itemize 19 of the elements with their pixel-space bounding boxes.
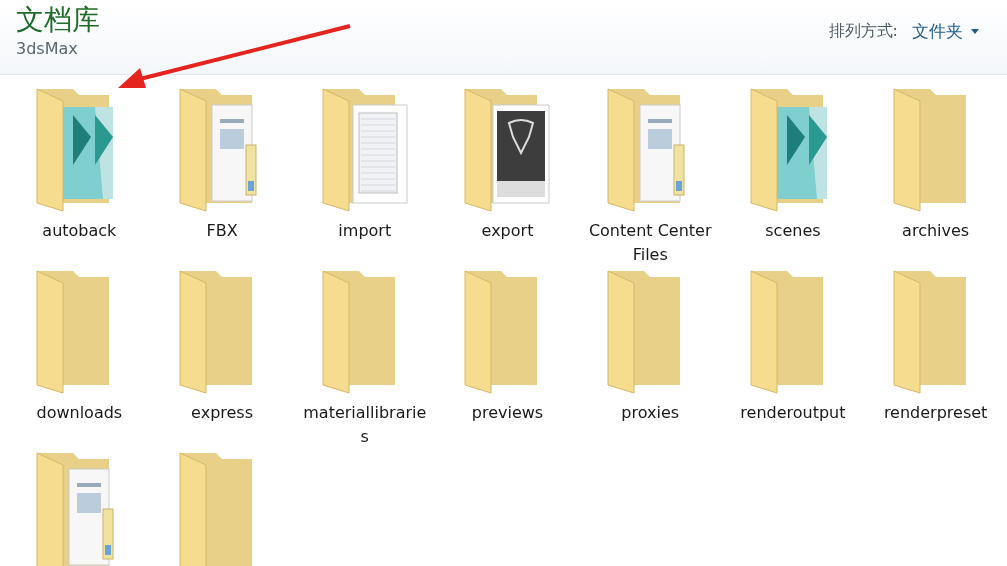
folder-name[interactable]: export [481,219,534,243]
arrange-by-label: 排列方式: [828,21,898,42]
library-title: 文档库 [16,2,100,38]
folder-name[interactable]: scenes [765,219,821,243]
folder-name[interactable]: archives [902,219,970,243]
folder-name[interactable]: downloads [36,401,123,425]
folder-name[interactable]: renderpreset [883,401,988,425]
folder-name[interactable]: renderoutput [740,401,846,425]
folder-name[interactable]: proxies [621,401,680,425]
arrange-by-dropdown[interactable]: 文件夹 [912,20,979,43]
folder-name[interactable]: Content Center Files [585,219,716,267]
folder-name[interactable]: materiallibraries [299,401,430,449]
folder-name[interactable]: FBX [206,219,238,243]
folder-name[interactable]: autoback [42,219,117,243]
caret-icon [971,29,979,34]
folder-name[interactable]: import [338,219,392,243]
folder-name[interactable]: previews [471,401,544,425]
library-subtitle: 3dsMax [16,38,79,60]
folder-name[interactable]: express [191,401,254,425]
